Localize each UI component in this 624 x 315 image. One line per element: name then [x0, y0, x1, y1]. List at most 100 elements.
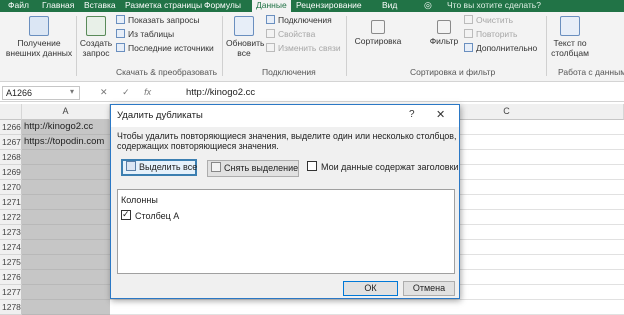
- cell-a[interactable]: https://topodin.com: [22, 135, 110, 150]
- cell-a[interactable]: [22, 150, 110, 165]
- tab-home[interactable]: Главная: [42, 0, 74, 12]
- table-row[interactable]: [110, 300, 624, 315]
- from-table-button[interactable]: Из таблицы: [116, 29, 174, 40]
- cell-a[interactable]: [22, 225, 110, 240]
- headers-label: Мои данные содержат заголовки: [321, 162, 459, 172]
- cell-a[interactable]: [22, 180, 110, 195]
- tell-me-box[interactable]: Что вы хотите сделать?: [447, 0, 541, 12]
- ok-button[interactable]: ОК: [343, 281, 398, 296]
- link-icon: [266, 43, 275, 52]
- tab-view[interactable]: Вид: [382, 0, 397, 12]
- unselect-all-button[interactable]: Снять выделение: [207, 160, 299, 177]
- connections-button[interactable]: Подключения: [266, 15, 332, 26]
- row-header[interactable]: 1275: [0, 255, 22, 270]
- cell-a[interactable]: [22, 270, 110, 285]
- sort-az-icon: [371, 20, 385, 34]
- row-header[interactable]: 1269: [0, 165, 22, 180]
- connections-icon: [266, 15, 275, 24]
- row-header[interactable]: 1272: [0, 210, 22, 225]
- database-icon: [29, 16, 49, 36]
- headers-checkbox[interactable]: [307, 161, 317, 171]
- cancel-button[interactable]: Отмена: [403, 281, 455, 296]
- cancel-icon[interactable]: ✕: [100, 87, 108, 97]
- group-separator: [546, 16, 547, 76]
- list-header: Колонны: [121, 195, 158, 205]
- cell-a[interactable]: [22, 195, 110, 210]
- refresh-all-button[interactable]: Обновить все: [226, 16, 265, 58]
- clear-button[interactable]: Очистить: [464, 15, 513, 26]
- sort-button[interactable]: Сортировка: [352, 20, 404, 46]
- row-header[interactable]: 1270: [0, 180, 22, 195]
- text-to-columns-button[interactable]: Текст по столбцам: [550, 16, 590, 58]
- cell-a[interactable]: [22, 165, 110, 180]
- column-header-a[interactable]: A: [22, 104, 110, 120]
- help-icon[interactable]: ?: [409, 109, 415, 120]
- get-external-data-button[interactable]: Получение внешних данных: [4, 16, 74, 58]
- cell-a[interactable]: [22, 240, 110, 255]
- cell-a[interactable]: [22, 300, 110, 315]
- list-item[interactable]: ✓ Столбец A: [121, 209, 179, 221]
- row-header[interactable]: 1274: [0, 240, 22, 255]
- row-header[interactable]: 1271: [0, 195, 22, 210]
- row-header[interactable]: 1277: [0, 285, 22, 300]
- tab-page-layout[interactable]: Разметка страницы: [125, 0, 202, 12]
- ribbon-tabs: Файл Главная Вставка Разметка страницы Ф…: [0, 0, 624, 12]
- cell-a[interactable]: http://kinogo2.cc: [22, 120, 110, 135]
- check-icon[interactable]: ✓: [122, 87, 130, 97]
- fx-icon[interactable]: fx: [144, 87, 151, 97]
- cell-a[interactable]: [22, 285, 110, 300]
- filter-icon: [437, 20, 451, 34]
- select-all-button[interactable]: Выделить все: [121, 159, 197, 176]
- group-label-sort-filter: Сортировка и фильтр: [410, 67, 496, 77]
- tab-review[interactable]: Рецензирование: [296, 0, 362, 12]
- unselect-all-icon: [211, 162, 221, 172]
- row-header[interactable]: 1276: [0, 270, 22, 285]
- formula-input[interactable]: http://kinogo2.cc: [186, 87, 255, 98]
- table-icon: [116, 29, 125, 38]
- cell-a[interactable]: [22, 255, 110, 270]
- chevron-down-icon[interactable]: ▾: [70, 87, 74, 96]
- dialog-message: Чтобы удалить повторяющиеся значения, вы…: [117, 131, 457, 151]
- group-separator: [76, 16, 77, 76]
- tab-data[interactable]: Данные: [252, 0, 291, 12]
- row-header[interactable]: 1268: [0, 150, 22, 165]
- refresh-icon: [234, 16, 254, 36]
- edit-links-button[interactable]: Изменить связи: [266, 43, 341, 54]
- table-icon: [116, 15, 125, 24]
- properties-icon: [266, 29, 275, 38]
- select-all-corner[interactable]: [0, 104, 22, 120]
- checkmark-icon: ✓: [122, 209, 130, 219]
- tab-formulas[interactable]: Формулы: [204, 0, 241, 12]
- dialog-title: Удалить дубликаты: [117, 110, 203, 121]
- group-label-data-tools: Работа с данными: [558, 67, 624, 77]
- filter-button[interactable]: Фильтр: [428, 20, 460, 46]
- cell-a[interactable]: [22, 210, 110, 225]
- show-queries-button[interactable]: Показать запросы: [116, 15, 200, 26]
- tab-insert[interactable]: Вставка: [84, 0, 116, 12]
- advanced-filter-button[interactable]: Дополнительно: [464, 43, 537, 54]
- dialog-titlebar: Удалить дубликаты ? ✕: [111, 105, 459, 127]
- columns-listbox[interactable]: Колонны ✓ Столбец A: [117, 189, 455, 274]
- remove-duplicates-dialog: Удалить дубликаты ? ✕ Чтобы удалить повт…: [110, 104, 460, 299]
- create-query-button[interactable]: Создать запрос: [78, 16, 114, 58]
- row-header[interactable]: 1267: [0, 135, 22, 150]
- row-header[interactable]: 1273: [0, 225, 22, 240]
- group-label-connections: Подключения: [262, 67, 316, 77]
- group-separator: [222, 16, 223, 76]
- row-header[interactable]: 1278: [0, 300, 22, 315]
- group-label-transform: Скачать & преобразовать: [116, 67, 218, 77]
- text-columns-icon: [560, 16, 580, 36]
- tab-file[interactable]: Файл: [8, 0, 29, 12]
- recent-sources-button[interactable]: Последние источники: [116, 43, 214, 54]
- formula-icons: ✕ ✓ fx: [100, 87, 151, 98]
- clock-icon: [116, 43, 125, 52]
- advanced-filter-icon: [464, 43, 473, 52]
- properties-button[interactable]: Свойства: [266, 29, 315, 40]
- close-icon[interactable]: ✕: [436, 108, 445, 121]
- reapply-button[interactable]: Повторить: [464, 29, 518, 40]
- reapply-icon: [464, 29, 473, 38]
- name-box[interactable]: A1266: [2, 86, 80, 100]
- row-header[interactable]: 1266: [0, 120, 22, 135]
- headers-checkbox-row[interactable]: Мои данные содержат заголовки: [307, 161, 459, 172]
- column-checkbox[interactable]: ✓: [121, 209, 131, 220]
